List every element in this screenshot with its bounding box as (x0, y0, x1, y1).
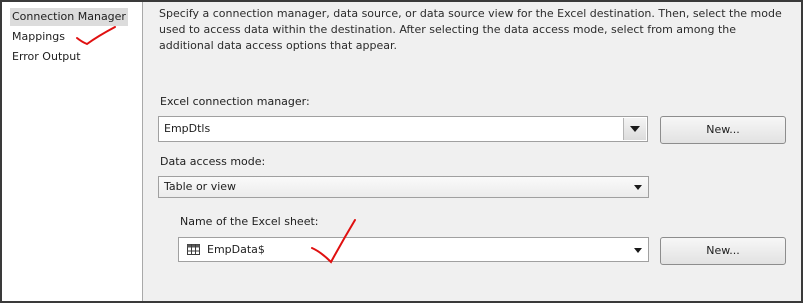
chevron-down-icon (634, 185, 642, 190)
description-text: Specify a connection manager, data sourc… (159, 7, 782, 52)
chevron-down-icon (634, 248, 642, 253)
new-connection-button[interactable]: New... (660, 116, 786, 144)
handwritten-checkmark-icon (76, 26, 116, 46)
connection-manager-label: Excel connection manager: (160, 95, 310, 108)
chevron-down-icon (630, 126, 640, 132)
connection-manager-combo[interactable]: EmpDtls (158, 116, 648, 142)
excel-sheet-combo[interactable]: EmpData$ (178, 237, 649, 262)
connection-dropdown-button[interactable] (623, 118, 646, 140)
nav-item-label: Error Output (12, 50, 81, 63)
excel-sheet-value: EmpData$ (207, 243, 265, 256)
nav-item-label: Connection Manager (12, 10, 126, 23)
page-nav: Connection Manager Mappings Error Output (2, 2, 143, 301)
dialog-frame: Connection Manager Mappings Error Output… (0, 0, 803, 303)
nav-item-connection-manager[interactable]: Connection Manager (10, 8, 128, 26)
excel-sheet-label: Name of the Excel sheet: (180, 215, 319, 228)
data-access-mode-value: Table or view (164, 180, 237, 193)
nav-item-error-output[interactable]: Error Output (10, 48, 83, 66)
content-panel: Specify a connection manager, data sourc… (143, 2, 801, 301)
nav-item-mappings[interactable]: Mappings (10, 28, 67, 46)
connection-manager-value: EmpDtls (164, 122, 211, 135)
data-access-mode-label: Data access mode: (160, 155, 266, 168)
new-sheet-button[interactable]: New... (660, 237, 786, 265)
data-access-mode-select[interactable]: Table or view (158, 176, 649, 198)
table-icon (187, 244, 200, 255)
nav-item-label: Mappings (12, 30, 65, 43)
